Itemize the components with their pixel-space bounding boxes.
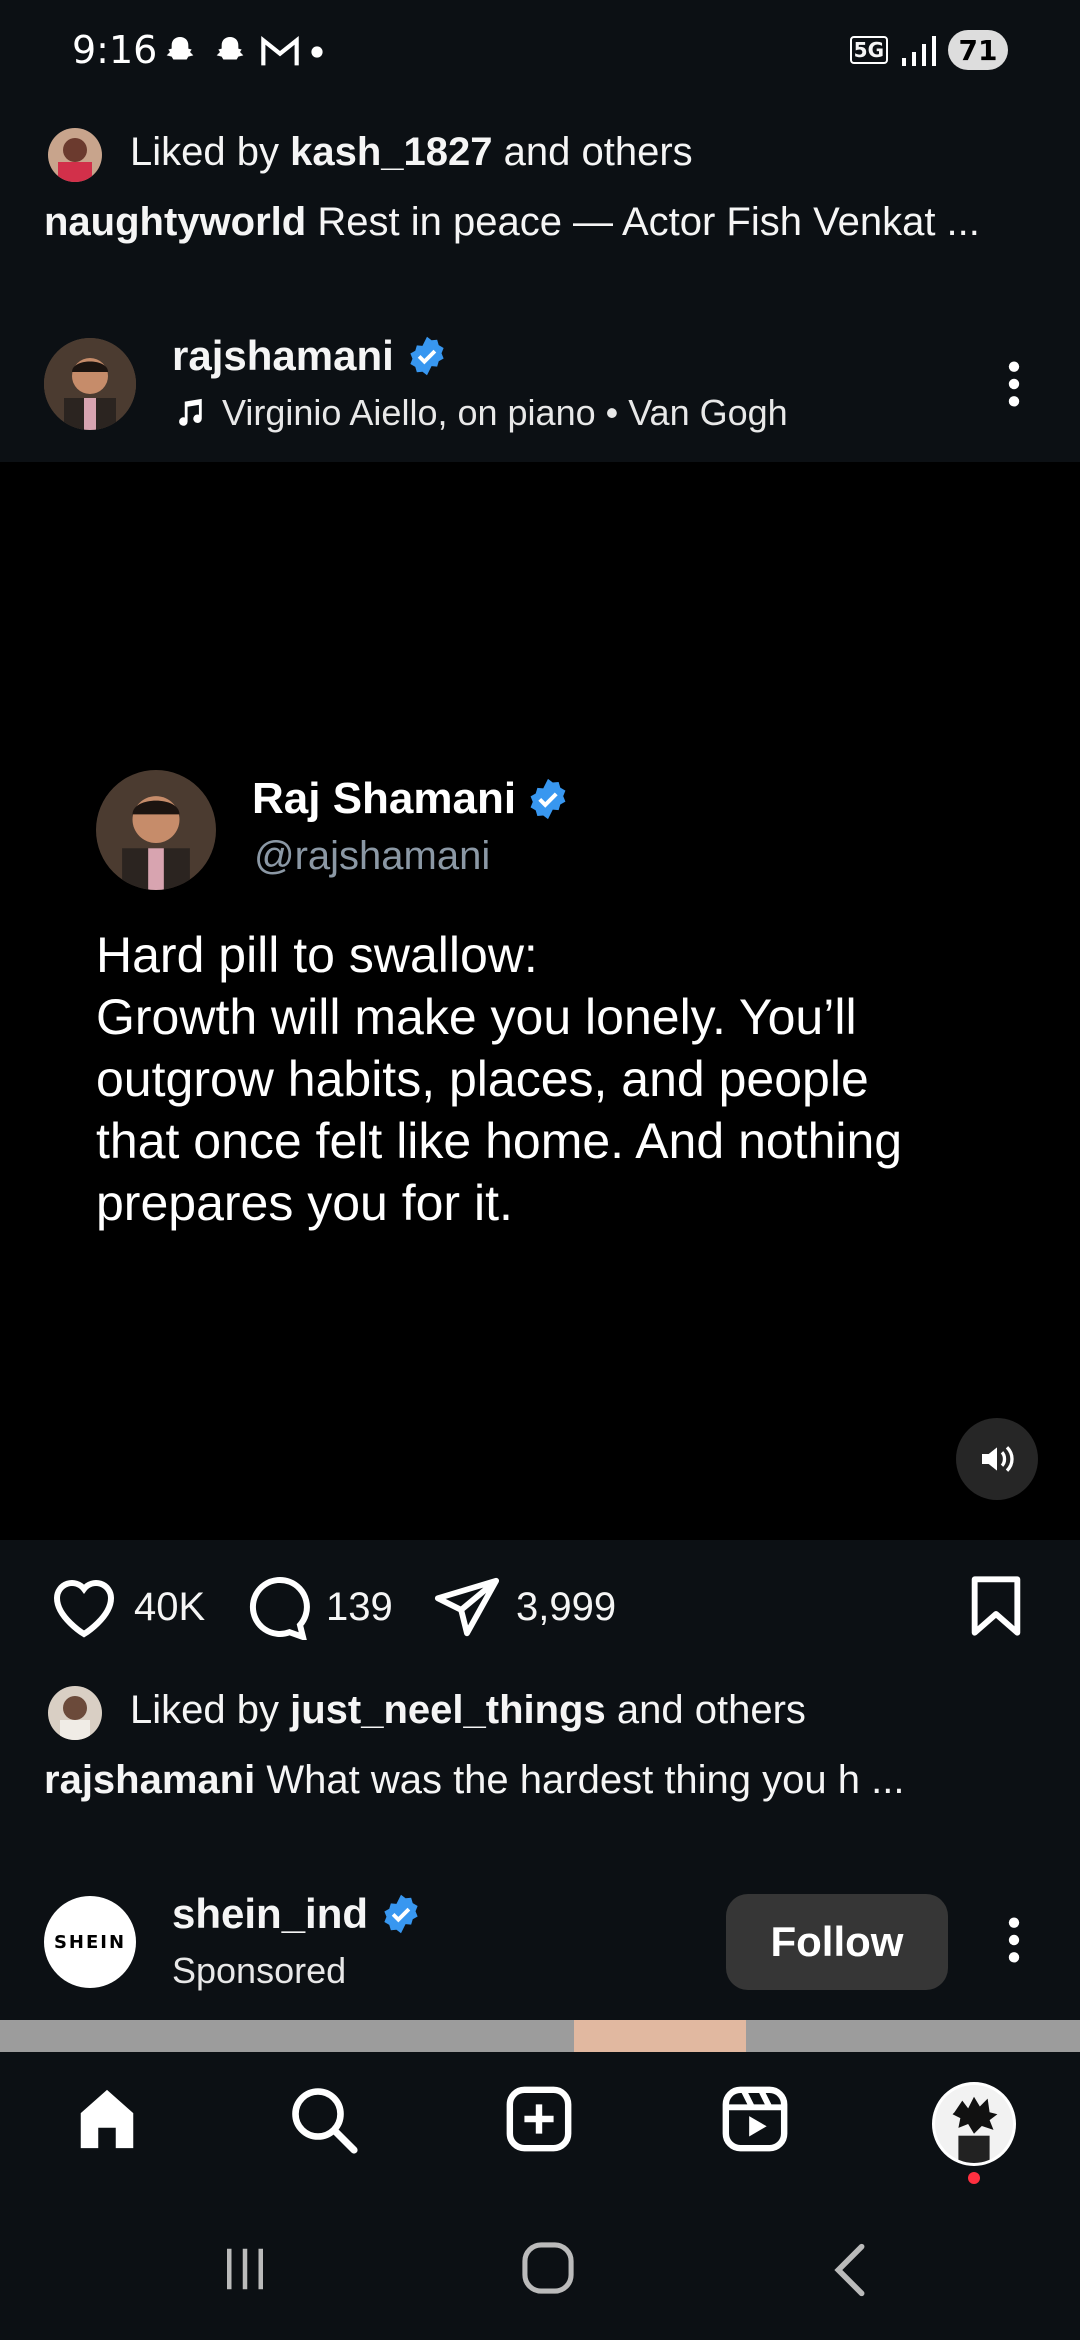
bottom-nav [0, 2052, 1080, 2202]
profile-avatar[interactable] [932, 2082, 1016, 2166]
post-media[interactable]: Raj Shamani @rajshamani Hard pill to swa… [0, 462, 1080, 1540]
more-options-icon[interactable] [1000, 1914, 1028, 1970]
home-nav-icon[interactable] [520, 2238, 576, 2302]
search-icon[interactable] [288, 2084, 360, 2160]
verified-badge-icon [530, 778, 566, 820]
recent-apps-icon[interactable] [218, 2242, 272, 2300]
volume-icon [982, 1446, 1014, 1472]
signal-icon [902, 36, 936, 66]
system-nav-bar [0, 2202, 1080, 2340]
share-count: 3,999 [516, 1584, 617, 1629]
music-note-icon [179, 398, 202, 426]
notification-icons [160, 32, 324, 72]
status-time: 9:16 [72, 28, 158, 72]
network-5g-icon: 5G [849, 36, 888, 64]
liked-by-avatar [48, 1686, 102, 1740]
comment-icon [249, 1576, 310, 1640]
verified-badge-icon [384, 1894, 418, 1934]
liked-by-user-link[interactable]: just_neel_things [290, 1688, 606, 1732]
mute-button[interactable] [956, 1418, 1038, 1500]
like-action[interactable]: 40K [48, 1574, 205, 1640]
tweet-author-name: Raj Shamani [252, 774, 570, 824]
home-icon[interactable] [72, 2084, 142, 2158]
sponsored-label: Sponsored [172, 1950, 347, 1991]
notification-dot [968, 2172, 980, 2184]
post-author[interactable]: rajshamani [172, 332, 448, 380]
liked-by-text: Liked by just_neel_things and others [130, 1688, 806, 1732]
snapchat-icon [166, 37, 194, 60]
sponsor-author[interactable]: shein_ind [172, 1890, 422, 1938]
tweet-avatar [96, 770, 216, 890]
like-count: 40K [134, 1584, 206, 1629]
liked-by-avatar [48, 128, 102, 182]
send-icon [434, 1577, 500, 1637]
liked-by-text: Liked by kash_1827 and others [130, 130, 693, 174]
tweet-handle: @rajshamani [254, 834, 491, 878]
tweet-text: Hard pill to swallow: Growth will make y… [96, 927, 903, 1231]
liked-by-user-link[interactable]: kash_1827 [290, 130, 492, 174]
post-username[interactable]: rajshamani [172, 332, 394, 380]
comment-count: 139 [326, 1584, 393, 1629]
snapchat-icon [216, 37, 244, 60]
dot-icon [311, 46, 323, 58]
comment-action[interactable]: 139 [240, 1574, 393, 1640]
bookmark-icon[interactable] [968, 1574, 1024, 1642]
post-caption[interactable]: rajshamani What was the hardest thing yo… [44, 1758, 904, 1803]
sponsor-avatar[interactable]: SHEIN [44, 1896, 136, 1988]
post-author-avatar[interactable] [44, 338, 136, 430]
sponsor-username[interactable]: shein_ind [172, 1890, 368, 1938]
caption-username[interactable]: naughtyworld [44, 200, 306, 244]
back-icon[interactable] [828, 2242, 872, 2302]
sponsored-media-preview[interactable] [0, 2020, 1080, 2052]
status-right: 5G 71 [849, 30, 1008, 70]
caption-username[interactable]: rajshamani [44, 1758, 255, 1802]
battery-indicator: 71 [948, 30, 1008, 70]
verified-badge-icon [410, 336, 444, 376]
create-post-icon[interactable] [504, 2084, 574, 2158]
post-caption[interactable]: naughtyworld Rest in peace — Actor Fish … [44, 200, 980, 245]
follow-button[interactable]: Follow [726, 1894, 948, 1990]
more-options-icon[interactable] [1000, 358, 1028, 414]
heart-icon [53, 1580, 115, 1638]
audio-track[interactable]: Virginio Aiello, on piano • Van Gogh [172, 392, 788, 434]
reels-icon[interactable] [720, 2084, 790, 2158]
share-action[interactable]: 3,999 [432, 1574, 616, 1640]
gmail-icon [261, 35, 299, 66]
